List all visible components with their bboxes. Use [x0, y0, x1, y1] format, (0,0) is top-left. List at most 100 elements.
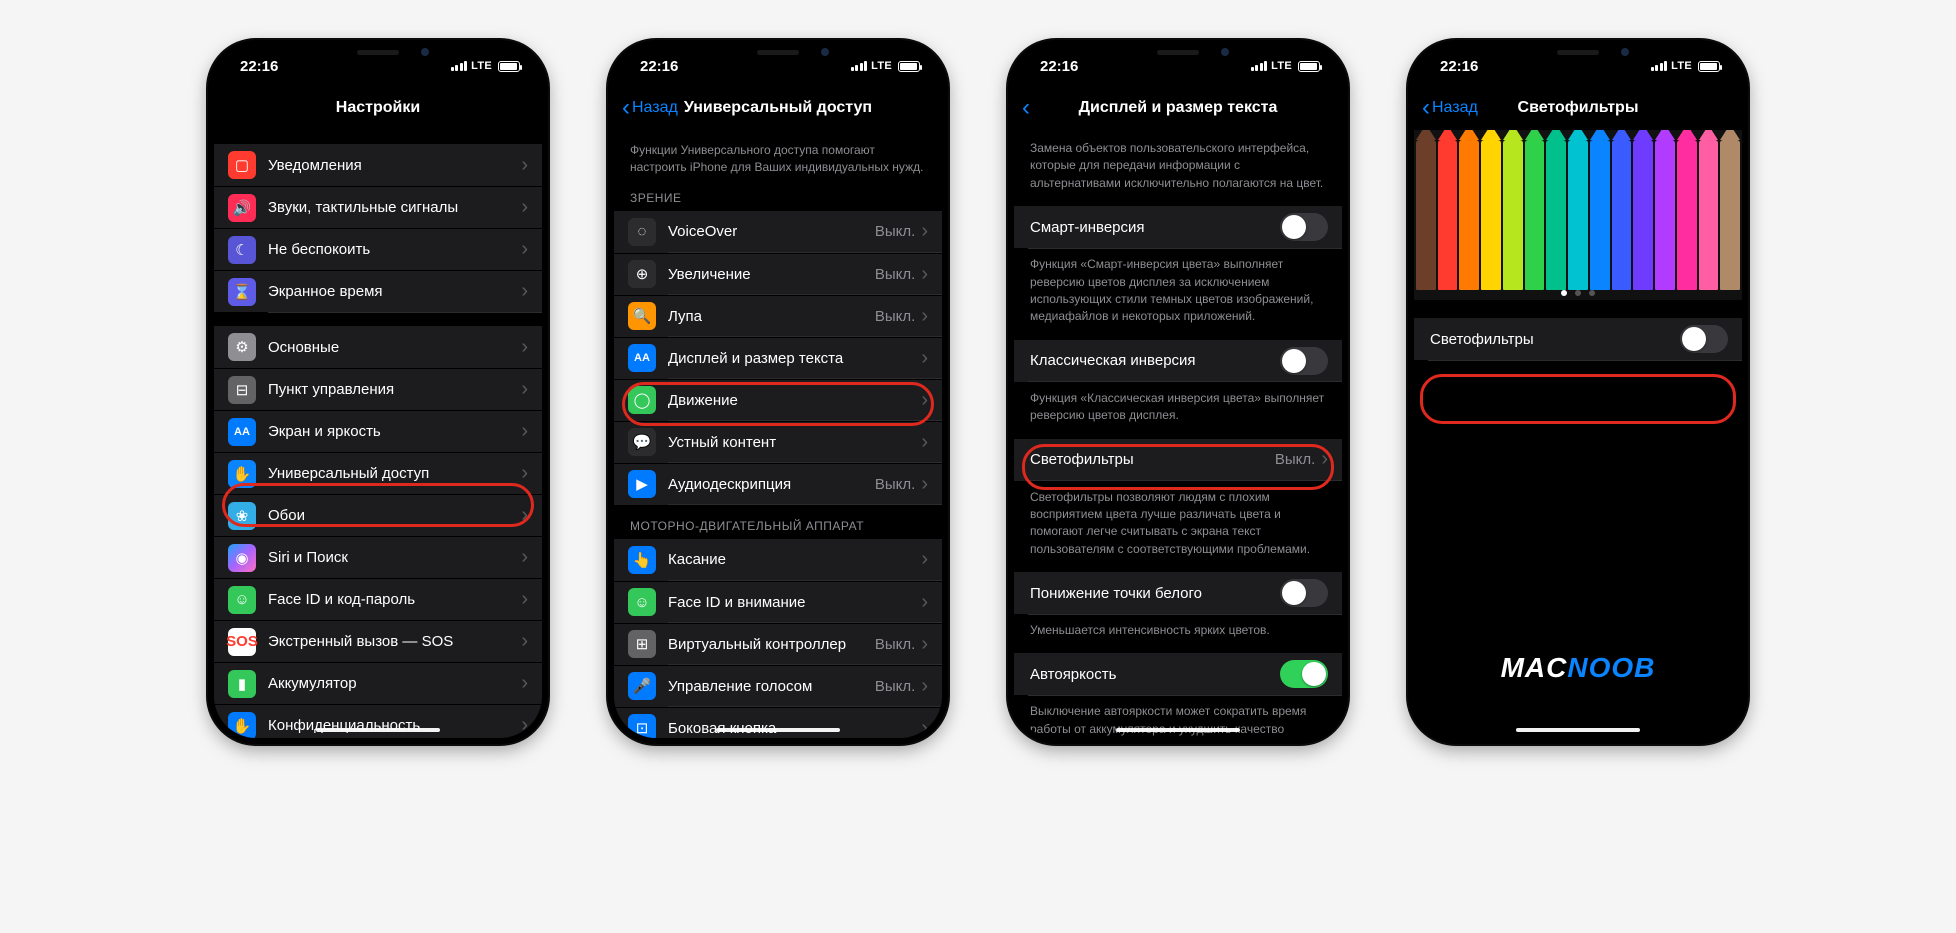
- item-label: Обои: [268, 507, 521, 524]
- list-item[interactable]: ◉Siri и Поиск›: [214, 536, 542, 578]
- status-time: 22:16: [240, 58, 278, 75]
- notch: [1493, 40, 1663, 66]
- white-footer: Уменьшается интенсивность ярких цветов.: [1014, 614, 1342, 639]
- home-indicator[interactable]: [1116, 728, 1240, 732]
- screen-icon: ⌛: [228, 278, 256, 306]
- color-filters-toggle-row[interactable]: Светофильтры: [1414, 318, 1742, 360]
- chevron-right-icon: ›: [921, 548, 928, 571]
- list-item[interactable]: ☺Face ID и код-пароль›: [214, 578, 542, 620]
- list-item[interactable]: AAДисплей и размер текста›: [614, 337, 942, 379]
- row-icon: ⊞: [628, 630, 656, 658]
- chevron-right-icon: ›: [521, 714, 528, 737]
- battery-icon: [498, 61, 520, 72]
- classic-invert-row[interactable]: Классическая инверсия: [1014, 340, 1342, 382]
- chevron-right-icon: ›: [921, 305, 928, 328]
- smart-invert-toggle[interactable]: [1280, 213, 1328, 241]
- list-item[interactable]: ✋Конфиденциальность›: [214, 704, 542, 738]
- page-indicator[interactable]: [1414, 290, 1742, 296]
- list-item[interactable]: ⊕УвеличениеВыкл.›: [614, 253, 942, 295]
- smart-invert-row[interactable]: Смарт-инверсия: [1014, 206, 1342, 248]
- settings-list[interactable]: ▢Уведомления›🔊Звуки, тактильные сигналы›…: [214, 130, 542, 738]
- item-label: Пункт управления: [268, 381, 521, 398]
- list-item[interactable]: ▮Аккумулятор›: [214, 662, 542, 704]
- item-label: Аккумулятор: [268, 675, 521, 692]
- list-item[interactable]: ⊡Боковая кнопка›: [614, 707, 942, 738]
- accessibility-list[interactable]: Функции Универсального доступа помогают …: [614, 130, 942, 738]
- classic-invert-toggle[interactable]: [1280, 347, 1328, 375]
- back-button[interactable]: ‹Назад: [1422, 86, 1478, 130]
- row-icon: ⊡: [628, 714, 656, 738]
- display-icon: AA: [228, 418, 256, 446]
- pencil: [1612, 140, 1632, 290]
- back-button[interactable]: ‹Назад: [622, 86, 678, 130]
- pencil: [1459, 140, 1479, 290]
- wall-icon: ❀: [228, 502, 256, 530]
- notch: [693, 40, 863, 66]
- pencil: [1438, 140, 1458, 290]
- list-item[interactable]: 👆Касание›: [614, 539, 942, 581]
- list-item[interactable]: ◯Движение›: [614, 379, 942, 421]
- battery-icon: [1298, 61, 1320, 72]
- chevron-right-icon: ›: [921, 389, 928, 412]
- list-item[interactable]: ◌VoiceOverВыкл.›: [614, 211, 942, 253]
- list-item[interactable]: AAЭкран и яркость›: [214, 410, 542, 452]
- auto-brightness-row[interactable]: Автояркость: [1014, 653, 1342, 695]
- status-time: 22:16: [1040, 58, 1078, 75]
- list-item[interactable]: ❀Обои›: [214, 494, 542, 536]
- pencils-preview[interactable]: [1414, 130, 1742, 300]
- row-icon: 👆: [628, 546, 656, 574]
- chevron-right-icon: ›: [521, 630, 528, 653]
- chevron-right-icon: ›: [921, 263, 928, 286]
- chevron-right-icon: ›: [521, 238, 528, 261]
- back-button[interactable]: ‹: [1022, 86, 1030, 130]
- list-item[interactable]: 💬Устный контент›: [614, 421, 942, 463]
- list-item[interactable]: ▶АудиодескрипцияВыкл.›: [614, 463, 942, 505]
- list-item[interactable]: ☾Не беспокоить›: [214, 228, 542, 270]
- item-label: Универсальный доступ: [268, 465, 521, 482]
- list-item[interactable]: ⊞Виртуальный контроллерВыкл.›: [614, 623, 942, 665]
- list-item[interactable]: 🔊Звуки, тактильные сигналы›: [214, 186, 542, 228]
- row-icon: ⊕: [628, 260, 656, 288]
- display-settings[interactable]: Замена объектов пользовательского интерф…: [1014, 130, 1342, 738]
- sound-icon: 🔊: [228, 194, 256, 222]
- chevron-right-icon: ›: [921, 347, 928, 370]
- list-item[interactable]: ⊟Пункт управления›: [214, 368, 542, 410]
- chevron-left-icon: ‹: [1022, 96, 1030, 120]
- smart-footer: Функция «Смарт-инверсия цвета» выполняет…: [1014, 248, 1342, 326]
- item-label: Аудиодескрипция: [668, 476, 875, 493]
- chevron-right-icon: ›: [521, 672, 528, 695]
- list-item[interactable]: ⌛Экранное время›: [214, 270, 542, 312]
- list-item[interactable]: ✋Универсальный доступ›: [214, 452, 542, 494]
- intro-text: Функции Универсального доступа помогают …: [614, 130, 942, 177]
- color-filters-content[interactable]: Светофильтры: [1414, 130, 1742, 738]
- list-item[interactable]: ⚙Основные›: [214, 326, 542, 368]
- home-indicator[interactable]: [1516, 728, 1640, 732]
- item-label: VoiceOver: [668, 223, 875, 240]
- list-item[interactable]: 🔍ЛупаВыкл.›: [614, 295, 942, 337]
- pencil: [1481, 140, 1501, 290]
- list-item[interactable]: ☺Face ID и внимание›: [614, 581, 942, 623]
- list-item[interactable]: ▢Уведомления›: [214, 144, 542, 186]
- home-indicator[interactable]: [716, 728, 840, 732]
- pencil: [1503, 140, 1523, 290]
- page-title: Универсальный доступ: [684, 99, 872, 117]
- item-label: Управление голосом: [668, 678, 875, 695]
- chevron-right-icon: ›: [1321, 448, 1328, 471]
- white-point-toggle[interactable]: [1280, 579, 1328, 607]
- item-label: Виртуальный контроллер: [668, 636, 875, 653]
- list-item[interactable]: SOSЭкстренный вызов — SOS›: [214, 620, 542, 662]
- reduce-white-point-row[interactable]: Понижение точки белого: [1014, 572, 1342, 614]
- chevron-right-icon: ›: [521, 588, 528, 611]
- chevron-right-icon: ›: [521, 420, 528, 443]
- list-item[interactable]: 🎤Управление голосомВыкл.›: [614, 665, 942, 707]
- auto-brightness-toggle[interactable]: [1280, 660, 1328, 688]
- home-indicator[interactable]: [316, 728, 440, 732]
- control-icon: ⊟: [228, 376, 256, 404]
- chevron-right-icon: ›: [921, 431, 928, 454]
- row-icon: 🔍: [628, 302, 656, 330]
- row-icon: ☺: [628, 588, 656, 616]
- chevron-right-icon: ›: [521, 546, 528, 569]
- item-value: Выкл.: [875, 476, 915, 493]
- color-filters-row[interactable]: Светофильтры Выкл. ›: [1014, 439, 1342, 481]
- color-filters-toggle[interactable]: [1680, 325, 1728, 353]
